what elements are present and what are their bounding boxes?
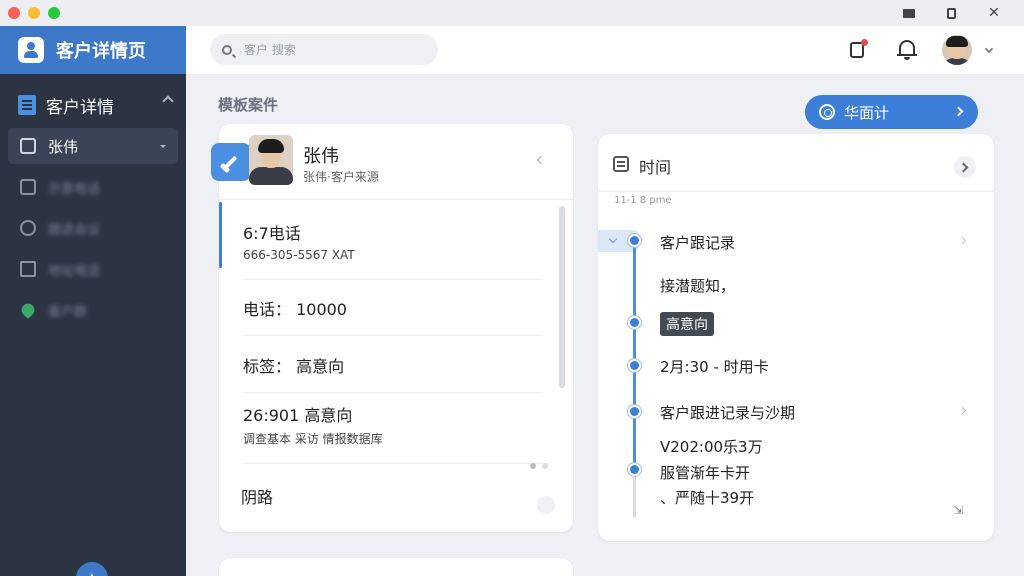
close-window-button[interactable]: [8, 7, 20, 19]
timeline-entry: V202:00乐3万: [660, 438, 763, 456]
sidebar-item-address[interactable]: 地址电话: [8, 251, 178, 287]
minimize-icon[interactable]: [900, 4, 918, 22]
sidebar-item-label: 客户群: [48, 304, 88, 320]
detail-row[interactable]: 电话： 10000: [243, 296, 543, 336]
search-placeholder: 客户 搜索: [244, 43, 296, 57]
detail-row-title: 阴路: [241, 488, 274, 507]
timeline-title: 时间: [639, 158, 672, 177]
user-avatar[interactable]: [942, 35, 972, 65]
secondary-card: [219, 558, 573, 576]
timeline-dot: [628, 234, 641, 247]
send-icon[interactable]: ⇲: [954, 504, 976, 517]
primary-action-button[interactable]: 华面计: [805, 95, 978, 129]
close-icon[interactable]: ✕: [985, 4, 1003, 22]
clock-icon: [20, 220, 36, 236]
timeline-entry: 接潜题知，: [660, 277, 736, 295]
sidebar-item-meetings[interactable]: 跟进会议: [8, 210, 178, 246]
chevron-right-icon[interactable]: [958, 406, 967, 415]
timeline-dot: [628, 316, 641, 329]
sidebar: 客户详情页 客户详情 张伟 示意电话 跟进会议 地址电话 客户群 ✦: [0, 26, 186, 576]
contact-avatar: [249, 135, 293, 185]
chevron-right-icon[interactable]: [958, 236, 967, 245]
scrollbar[interactable]: [559, 206, 565, 388]
sidebar-section-customer[interactable]: 客户详情: [0, 88, 186, 122]
detail-row[interactable]: 阴路: [241, 484, 541, 520]
detail-row-subtitle: 调查基本 采访 情报数据库: [243, 432, 383, 446]
contact-subtitle: 张伟·客户来源: [303, 170, 379, 184]
sidebar-header: 客户详情页: [0, 26, 186, 74]
heart-icon: [18, 300, 38, 320]
pin-icon: [224, 155, 238, 169]
top-bar: 客户 搜索: [186, 26, 1024, 74]
contact-name: 张伟: [303, 146, 339, 167]
detail-row-title: 电话： 10000: [243, 300, 347, 319]
chevron-right-icon: [953, 106, 964, 117]
timeline-date: 11-1 8 pme: [614, 195, 672, 206]
active-row-indicator: [219, 202, 222, 268]
detail-row[interactable]: 26:901 高意向 调查基本 采访 情报数据库: [243, 402, 543, 464]
timeline-entry[interactable]: 客户跟记录: [660, 232, 735, 253]
bell-icon[interactable]: [896, 38, 918, 60]
sidebar-item-label: 地址电话: [48, 263, 101, 279]
sidebar-item-groups[interactable]: 客户群: [8, 292, 178, 328]
document-icon: [18, 95, 36, 115]
sidebar-fab-button[interactable]: ✦: [76, 562, 108, 576]
section-label: 客户详情: [46, 97, 114, 118]
status-badge: 高意向: [660, 312, 714, 336]
chevron-left-icon[interactable]: [536, 155, 546, 165]
edit-icon: [20, 179, 36, 195]
chevron-down-icon[interactable]: [984, 44, 994, 54]
pagination-dots[interactable]: [530, 463, 550, 469]
window-titlebar: ✕: [0, 0, 1024, 26]
timeline-dot: [628, 359, 641, 372]
sidebar-item-label: 张伟: [48, 137, 79, 156]
contact-card: 张伟 张伟·客户来源 6:7电话 666-305-5567 XAT 电话： 10…: [211, 124, 573, 532]
detail-row[interactable]: 6:7电话 666-305-5567 XAT: [243, 220, 543, 280]
detail-row-title: 6:7电话: [243, 224, 301, 243]
page-section-title: 模板案件: [218, 96, 279, 114]
detail-row-title: 26:901 高意向: [243, 406, 353, 425]
more-button[interactable]: [537, 496, 555, 514]
timeline-dot: [628, 463, 641, 476]
timeline-card: 时间 11-1 8 pme 客户跟记录 接潜题知， 高意向 2月:30 - 时用…: [598, 134, 994, 541]
timeline-entry: 服管渐年卡开: [660, 464, 751, 482]
sidebar-item-zhangwei[interactable]: 张伟: [8, 128, 178, 164]
sidebar-item-label: 示意电话: [48, 181, 101, 197]
timeline-line-end: [633, 475, 636, 517]
sidebar-item-label: 跟进会议: [48, 222, 101, 238]
detail-row[interactable]: 标签： 高意向: [243, 353, 543, 393]
chevron-up-icon[interactable]: [162, 95, 174, 107]
clipboard-icon[interactable]: [846, 38, 868, 60]
app-title: 客户详情页: [56, 41, 146, 62]
expand-button[interactable]: [954, 156, 976, 178]
pin-button[interactable]: [211, 143, 251, 181]
detail-row-title: 标签： 高意向: [243, 357, 345, 376]
minimize-window-button[interactable]: [28, 7, 40, 19]
user-icon: [18, 37, 44, 63]
id-card-icon: [20, 138, 36, 154]
timeline-dot: [628, 405, 641, 418]
primary-button-label: 华面计: [844, 103, 890, 122]
timeline-icon: [613, 156, 629, 172]
sidebar-item-calls[interactable]: 示意电话: [8, 169, 178, 205]
maximize-window-button[interactable]: [48, 7, 60, 19]
home-icon: [20, 261, 36, 277]
notification-dot: [861, 39, 868, 46]
contact-header: 张伟 张伟·客户来源: [211, 124, 573, 200]
restore-icon[interactable]: [942, 4, 960, 22]
detail-row-subtitle: 666-305-5567 XAT: [243, 248, 355, 262]
search-icon: [222, 44, 232, 55]
caret-down-icon: [160, 145, 166, 148]
timeline-entry[interactable]: 客户跟进记录与沙期: [660, 402, 795, 423]
search-input[interactable]: 客户 搜索: [210, 34, 438, 65]
timeline-header: 时间: [598, 134, 994, 192]
timeline-entry: 、严随十39开: [660, 489, 755, 507]
timeline-entry: 2月:30 - 时用卡: [660, 358, 769, 376]
gear-icon: [819, 104, 835, 120]
